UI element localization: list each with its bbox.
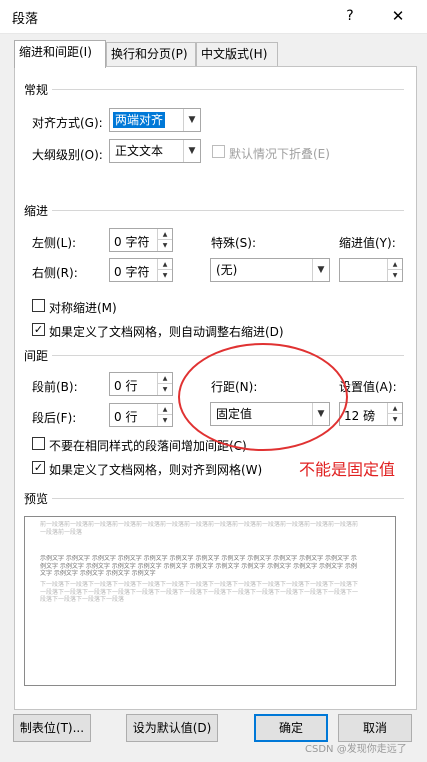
snap-to-grid-label: 如果定义了文档网格，则对齐到网格(W) [49, 463, 263, 477]
collapse-checkbox[interactable] [212, 145, 225, 158]
spin-down-icon[interactable]: ▼ [158, 270, 172, 281]
cancel-button[interactable]: 取消 [338, 714, 412, 742]
spin-up-icon[interactable]: ▲ [388, 403, 402, 414]
indent-left-value: 0 字符 [114, 235, 150, 249]
indent-right-spinner[interactable]: 0 字符 ▲ ▼ [109, 258, 173, 282]
mirror-indents-label: 对称缩进(M) [49, 301, 117, 315]
spin-down-icon[interactable]: ▼ [388, 414, 402, 425]
preview-next-paragraph: 下一段落下一段落下一段落下一段落下一段落下一段落下一段落下一段落下一段落下一段落… [40, 581, 359, 603]
alignment-value: 两端对齐 [113, 112, 166, 128]
section-indentation: 缩进 [24, 204, 49, 218]
indent-by-label: 缩进值(Y): [339, 236, 396, 250]
close-icon[interactable]: ✕ [383, 4, 413, 28]
divider [52, 498, 404, 499]
tab-line-page-breaks[interactable]: 换行和分页(P) [106, 42, 196, 67]
special-indent-select[interactable]: (无) ▼ [210, 258, 330, 282]
preview-sample-text: 示例文字 示例文字 示例文字 示例文字 示例文字 示例文字 示例文字 示例文字 … [40, 555, 357, 577]
snap-to-grid-checkbox[interactable]: ✓ [32, 461, 45, 474]
indent-left-label: 左侧(L): [32, 236, 77, 250]
space-after-value: 0 行 [114, 410, 138, 424]
indent-right-value: 0 字符 [114, 265, 150, 279]
special-indent-label: 特殊(S): [211, 236, 257, 250]
indent-by-spinner[interactable]: ▲ ▼ [339, 258, 403, 282]
divider [52, 210, 404, 211]
outline-level-label: 大纲级别(O): [32, 148, 103, 162]
tab-indents-spacing[interactable]: 缩进和间距(I) [14, 40, 106, 68]
outline-level-value: 正文文本 [115, 144, 164, 158]
spin-down-icon[interactable]: ▼ [158, 240, 172, 251]
mirror-indents-checkbox[interactable] [32, 299, 45, 312]
annotation-text: 不能是固定值 [299, 460, 396, 479]
tab-asian-typography[interactable]: 中文版式(H) [196, 42, 278, 67]
section-spacing: 间距 [24, 349, 49, 363]
section-general: 常规 [24, 83, 49, 97]
spin-up-icon[interactable]: ▲ [158, 259, 172, 270]
spin-up-icon[interactable]: ▲ [388, 259, 402, 270]
alignment-select[interactable]: 两端对齐 ▼ [109, 108, 201, 132]
spin-down-icon[interactable]: ▼ [158, 415, 172, 426]
spin-down-icon[interactable]: ▼ [158, 384, 172, 395]
chevron-down-icon[interactable]: ▼ [312, 259, 329, 281]
spin-up-icon[interactable]: ▲ [158, 404, 172, 415]
indent-left-spinner[interactable]: 0 字符 ▲ ▼ [109, 228, 173, 252]
special-indent-value: (无) [216, 263, 238, 277]
tabs-button[interactable]: 制表位(T)... [13, 714, 91, 742]
title-bar: 段落 ? ✕ [0, 0, 427, 34]
chevron-down-icon[interactable]: ▼ [183, 140, 200, 162]
chevron-down-icon[interactable]: ▼ [183, 109, 200, 131]
spin-up-icon[interactable]: ▲ [158, 373, 172, 384]
space-after-spinner[interactable]: 0 行 ▲ ▼ [109, 403, 173, 427]
preview-previous-paragraph: 前一段落前一段落前一段落前一段落前一段落前一段落前一段落前一段落前一段落前一段落… [40, 521, 359, 536]
space-before-label: 段前(B): [32, 380, 78, 394]
outline-level-select[interactable]: 正文文本 ▼ [109, 139, 201, 163]
collapse-label: 默认情况下折叠(E) [229, 147, 330, 161]
spin-up-icon[interactable]: ▲ [158, 229, 172, 240]
section-preview: 预览 [24, 492, 49, 506]
auto-adjust-label: 如果定义了文档网格，则自动调整右缩进(D) [49, 325, 284, 339]
divider [52, 89, 404, 90]
no-space-same-style-checkbox[interactable] [32, 437, 45, 450]
space-before-value: 0 行 [114, 379, 138, 393]
annotation-circle [178, 343, 348, 451]
spin-down-icon[interactable]: ▼ [388, 270, 402, 281]
ok-button[interactable]: 确定 [254, 714, 328, 742]
alignment-label: 对齐方式(G): [32, 116, 103, 130]
help-icon[interactable]: ? [335, 4, 365, 28]
auto-adjust-checkbox[interactable]: ✓ [32, 323, 45, 336]
window-title: 段落 [12, 12, 39, 27]
background-window-edge [0, 34, 8, 762]
watermark: CSDN @发现你走远了 [305, 744, 407, 755]
set-default-button[interactable]: 设为默认值(D) [126, 714, 218, 742]
space-after-label: 段后(F): [32, 411, 77, 425]
line-spacing-at-value: 12 磅 [344, 409, 376, 423]
line-spacing-at-spinner[interactable]: 12 磅 ▲ ▼ [339, 402, 403, 426]
space-before-spinner[interactable]: 0 行 ▲ ▼ [109, 372, 173, 396]
indent-right-label: 右侧(R): [32, 266, 78, 280]
